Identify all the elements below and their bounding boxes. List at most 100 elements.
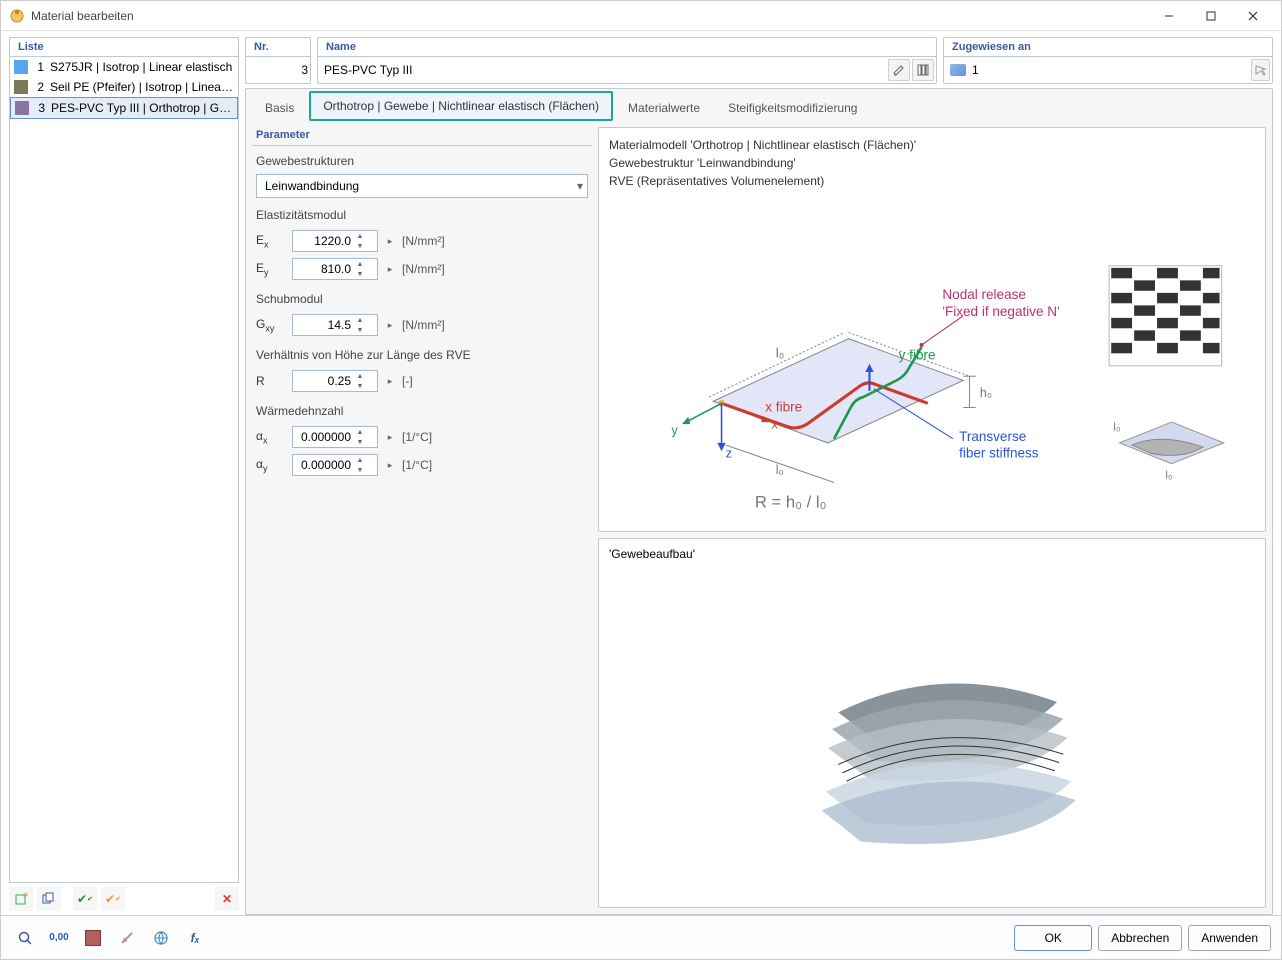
gxy-unit: [N/mm²] bbox=[402, 318, 445, 332]
tab-basis[interactable]: Basis bbox=[252, 94, 307, 121]
name-label: Name bbox=[317, 37, 937, 56]
copy-item-button[interactable] bbox=[37, 887, 61, 911]
viz-line1: Materialmodell 'Orthotrop | Nichtlinear … bbox=[609, 136, 1255, 154]
svg-text:l₀: l₀ bbox=[1165, 469, 1173, 481]
gewebe-label: Gewebestrukturen bbox=[256, 154, 588, 168]
delete-item-button[interactable]: ✕ bbox=[215, 887, 239, 911]
svg-text:x fibre: x fibre bbox=[765, 400, 802, 415]
window-title: Material bearbeiten bbox=[31, 9, 1149, 23]
ex-input[interactable] bbox=[293, 234, 353, 248]
step-out-icon[interactable]: ▸ bbox=[384, 264, 396, 275]
ay-input[interactable] bbox=[293, 458, 353, 472]
list-item[interactable]: 2 Seil PE (Pfeifer) | Isotrop | Linear e… bbox=[10, 77, 238, 97]
apply-button[interactable]: Anwenden bbox=[1188, 925, 1271, 951]
close-button[interactable] bbox=[1233, 2, 1273, 30]
step-out-icon[interactable]: ▸ bbox=[384, 432, 396, 443]
gewebe-select[interactable]: Leinwandbindung ▾ bbox=[256, 174, 588, 198]
svg-text:x: x bbox=[772, 417, 779, 431]
step-out-icon[interactable]: ▸ bbox=[384, 320, 396, 331]
svg-text:l₀: l₀ bbox=[1113, 421, 1121, 433]
globe-button[interactable] bbox=[147, 925, 175, 951]
color-swatch-button[interactable] bbox=[79, 925, 107, 951]
list-item[interactable]: 1 S275JR | Isotrop | Linear elastisch bbox=[10, 57, 238, 77]
check-orange-button[interactable]: ✔✔ bbox=[101, 887, 125, 911]
r-symbol: R bbox=[256, 374, 286, 388]
minimize-button[interactable] bbox=[1149, 2, 1189, 30]
edit-name-button[interactable] bbox=[888, 59, 910, 81]
spin-down[interactable]: ▼ bbox=[353, 381, 367, 391]
step-out-icon[interactable]: ▸ bbox=[384, 376, 396, 387]
ey-symbol: Ey bbox=[256, 261, 286, 277]
footer: 0,00 fₓ OK Abbrechen Anwenden bbox=[1, 915, 1281, 959]
spin-up[interactable]: ▲ bbox=[353, 371, 367, 381]
spin-down[interactable]: ▼ bbox=[353, 269, 367, 279]
tab-materialwerte[interactable]: Materialwerte bbox=[615, 94, 713, 121]
name-input[interactable] bbox=[324, 63, 884, 77]
assign-input[interactable] bbox=[972, 63, 1245, 77]
search-bottom-button[interactable] bbox=[11, 925, 39, 951]
svg-text:fiber stiffness: fiber stiffness bbox=[959, 445, 1039, 460]
check-green-button[interactable]: ✔✔ bbox=[73, 887, 97, 911]
list-item-selected[interactable]: 3 PES-PVC Typ III | Orthotrop | Gewebe bbox=[10, 97, 238, 119]
visualization-panel: Materialmodell 'Orthotrop | Nichtlinear … bbox=[598, 127, 1266, 908]
spin-up[interactable]: ▲ bbox=[353, 427, 367, 437]
ax-input[interactable] bbox=[293, 430, 353, 444]
spin-up[interactable]: ▲ bbox=[353, 455, 367, 465]
tab-orthotrop[interactable]: Orthotrop | Gewebe | Nichtlinear elastis… bbox=[309, 91, 613, 121]
function-button[interactable]: fₓ bbox=[181, 925, 209, 951]
library-button[interactable] bbox=[912, 59, 934, 81]
rve-diagram: l₀ x fibre y fibre bbox=[609, 196, 1255, 523]
svg-text:y: y bbox=[672, 424, 679, 438]
gxy-input[interactable] bbox=[293, 318, 353, 332]
list-panel: Liste 1 S275JR | Isotrop | Linear elasti… bbox=[9, 37, 239, 915]
ay-symbol: αy bbox=[256, 457, 286, 473]
maximize-button[interactable] bbox=[1191, 2, 1231, 30]
member-icon-button[interactable] bbox=[113, 925, 141, 951]
pick-assign-button[interactable] bbox=[1251, 59, 1270, 81]
spin-down[interactable]: ▼ bbox=[353, 437, 367, 447]
step-out-icon[interactable]: ▸ bbox=[384, 460, 396, 471]
list-scroll[interactable]: 1 S275JR | Isotrop | Linear elastisch 2 … bbox=[10, 57, 238, 882]
decimals-button[interactable]: 0,00 bbox=[45, 925, 73, 951]
gewebeaufbau-label: 'Gewebeaufbau' bbox=[609, 547, 1255, 561]
spin-down[interactable]: ▼ bbox=[353, 465, 367, 475]
r-input[interactable] bbox=[293, 374, 353, 388]
spin-up[interactable]: ▲ bbox=[353, 231, 367, 241]
ex-symbol: Ex bbox=[256, 233, 286, 249]
main-panel: Nr. Name Zugewiesen an bbox=[245, 37, 1273, 915]
ok-button[interactable]: OK bbox=[1014, 925, 1092, 951]
list-item-label: PES-PVC Typ III | Orthotrop | Gewebe bbox=[51, 101, 233, 115]
svg-text:Nodal release: Nodal release bbox=[942, 287, 1026, 302]
svg-text:'Fixed if negative N': 'Fixed if negative N' bbox=[942, 304, 1059, 319]
ax-symbol: αx bbox=[256, 429, 286, 445]
list-item-num: 1 bbox=[34, 60, 44, 74]
tabs: Basis Orthotrop | Gewebe | Nichtlinear e… bbox=[246, 89, 1272, 121]
viz-line2: Gewebestruktur 'Leinwandbindung' bbox=[609, 154, 1255, 172]
titlebar: Material bearbeiten bbox=[1, 1, 1281, 31]
nr-input[interactable] bbox=[252, 63, 308, 77]
spin-down[interactable]: ▼ bbox=[353, 325, 367, 335]
color-swatch bbox=[14, 60, 28, 74]
new-item-button[interactable]: ✶ bbox=[9, 887, 33, 911]
cancel-button[interactable]: Abbrechen bbox=[1098, 925, 1182, 951]
step-out-icon[interactable]: ▸ bbox=[384, 236, 396, 247]
gxy-symbol: Gxy bbox=[256, 317, 286, 333]
app-icon bbox=[9, 8, 25, 24]
warme-label: Wärmedehnzahl bbox=[256, 404, 588, 418]
schub-label: Schubmodul bbox=[256, 292, 588, 306]
svg-text:✶: ✶ bbox=[22, 892, 28, 900]
surface-icon bbox=[950, 64, 966, 76]
ax-unit: [1/°C] bbox=[402, 430, 432, 444]
list-item-label: S275JR | Isotrop | Linear elastisch bbox=[50, 60, 234, 74]
spin-down[interactable]: ▼ bbox=[353, 241, 367, 251]
svg-text:R = h₀ / l₀: R = h₀ / l₀ bbox=[755, 493, 827, 512]
r-unit: [-] bbox=[402, 374, 413, 388]
chevron-down-icon: ▾ bbox=[577, 179, 583, 193]
color-swatch bbox=[14, 80, 28, 94]
assign-label: Zugewiesen an bbox=[943, 37, 1273, 56]
spin-up[interactable]: ▲ bbox=[353, 315, 367, 325]
tab-steifigkeit[interactable]: Steifigkeitsmodifizierung bbox=[715, 94, 870, 121]
gewebeaufbau-diagram bbox=[609, 561, 1255, 885]
ey-input[interactable] bbox=[293, 262, 353, 276]
spin-up[interactable]: ▲ bbox=[353, 259, 367, 269]
